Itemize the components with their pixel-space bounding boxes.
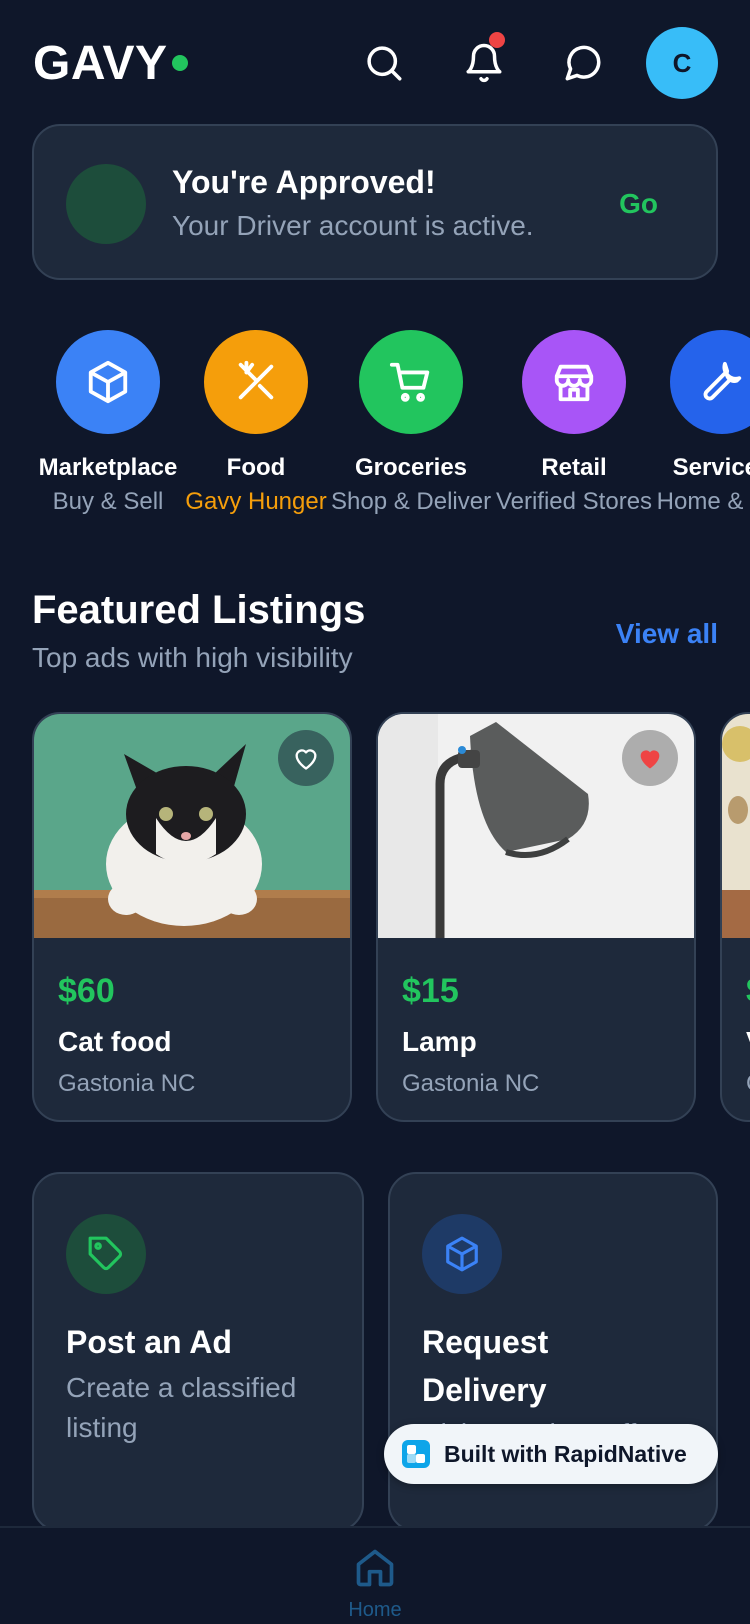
listing-title: Lamp: [402, 1026, 477, 1057]
search-button[interactable]: [359, 38, 409, 88]
app-logo: GAVY: [33, 37, 168, 90]
category-retail[interactable]: Retail Verified Stores: [494, 330, 654, 516]
featured-title: Featured Listings: [32, 588, 366, 632]
category-icon-bg: [670, 330, 750, 434]
bottom-tab-bar: Home: [0, 1526, 750, 1624]
heart-outline-icon: [295, 749, 317, 770]
listing-image-partial: [722, 714, 750, 938]
listing-price: $15: [402, 972, 459, 1010]
category-name: Marketplace: [38, 454, 178, 481]
utensils-icon: [238, 360, 274, 400]
notifications-button[interactable]: [459, 32, 509, 88]
store-icon: [554, 364, 594, 402]
listing-card[interactable]: $ V G: [720, 712, 750, 1122]
listing-title: Cat food: [58, 1026, 172, 1057]
category-services[interactable]: Services Home & Pro: [642, 330, 750, 516]
app-header: GAVY C: [0, 0, 750, 120]
category-icon-bg: [204, 330, 308, 434]
box-icon: [446, 1236, 478, 1272]
chat-icon: [565, 45, 601, 81]
listing-card[interactable]: $60 Cat food Gastonia NC: [32, 712, 352, 1122]
action-title: Post an Ad: [66, 1324, 232, 1360]
category-icon-bg: [522, 330, 626, 434]
approval-title: You're Approved!: [172, 164, 436, 200]
listing-location: Gastonia NC: [402, 1070, 540, 1097]
tab-home-label: Home: [348, 1599, 402, 1621]
approval-avatar: [66, 164, 146, 244]
search-icon: [367, 46, 402, 81]
badge-label: Built with RapidNative: [444, 1440, 687, 1467]
wrench-icon: [703, 361, 742, 401]
cart-icon: [389, 362, 430, 402]
featured-subtitle: Top ads with high visibility: [32, 642, 353, 673]
tab-home[interactable]: Home: [335, 1546, 415, 1622]
post-ad-card[interactable]: Post an Ad Create a classified listing: [32, 1172, 364, 1532]
category-name: Retail: [541, 454, 607, 481]
category-row: Marketplace Buy & Sell Food Gavy Hunger …: [0, 330, 750, 520]
home-icon: [356, 1549, 394, 1587]
built-with-badge[interactable]: Built with RapidNative: [384, 1424, 718, 1484]
category-desc: Verified Stores: [495, 488, 653, 515]
category-groceries[interactable]: Groceries Shop & Deliver: [331, 330, 491, 516]
notification-badge: [489, 32, 505, 48]
box-icon: [88, 360, 128, 404]
favorite-button[interactable]: [622, 730, 678, 786]
category-food[interactable]: Food Gavy Hunger: [176, 330, 336, 516]
go-button[interactable]: Go: [619, 188, 658, 220]
action-subtitle: Create a classified listing: [66, 1372, 297, 1443]
category-desc: Home & Pro: [656, 488, 750, 515]
heart-filled-icon: [640, 750, 660, 769]
category-desc: Gavy Hunger: [185, 488, 327, 515]
category-desc: Buy & Sell: [52, 488, 164, 515]
tag-icon: [88, 1236, 123, 1271]
bell-icon: [466, 43, 502, 83]
category-desc: Shop & Deliver: [331, 488, 492, 515]
approval-subtitle: Your Driver account is active.: [172, 210, 534, 241]
rapidnative-logo-icon: [402, 1440, 430, 1468]
action-title: Request Delivery: [422, 1324, 549, 1408]
user-avatar[interactable]: C: [646, 27, 718, 99]
messages-button[interactable]: [558, 38, 608, 88]
category-name: Food: [226, 454, 286, 481]
view-all-link[interactable]: View all: [616, 618, 718, 650]
category-name: Services: [672, 454, 750, 481]
favorite-button[interactable]: [278, 730, 334, 786]
listing-carousel: $60 Cat food Gastonia NC $15 Lamp Gaston…: [0, 712, 750, 1124]
listing-price: $60: [58, 972, 115, 1010]
action-icon-bg: [422, 1214, 502, 1294]
action-icon-bg: [66, 1214, 146, 1294]
listing-location: Gastonia NC: [58, 1070, 196, 1097]
category-icon-bg: [56, 330, 160, 434]
online-status-dot: [172, 55, 188, 71]
listing-card[interactable]: $15 Lamp Gastonia NC: [376, 712, 696, 1122]
category-icon-bg: [359, 330, 463, 434]
listing-location: G: [746, 1070, 750, 1098]
category-name: Groceries: [354, 454, 468, 481]
listing-title: V: [746, 1026, 750, 1058]
listing-price: $: [746, 972, 750, 1011]
category-marketplace[interactable]: Marketplace Buy & Sell: [28, 330, 188, 516]
approval-banner[interactable]: You're Approved! Your Driver account is …: [32, 124, 718, 280]
